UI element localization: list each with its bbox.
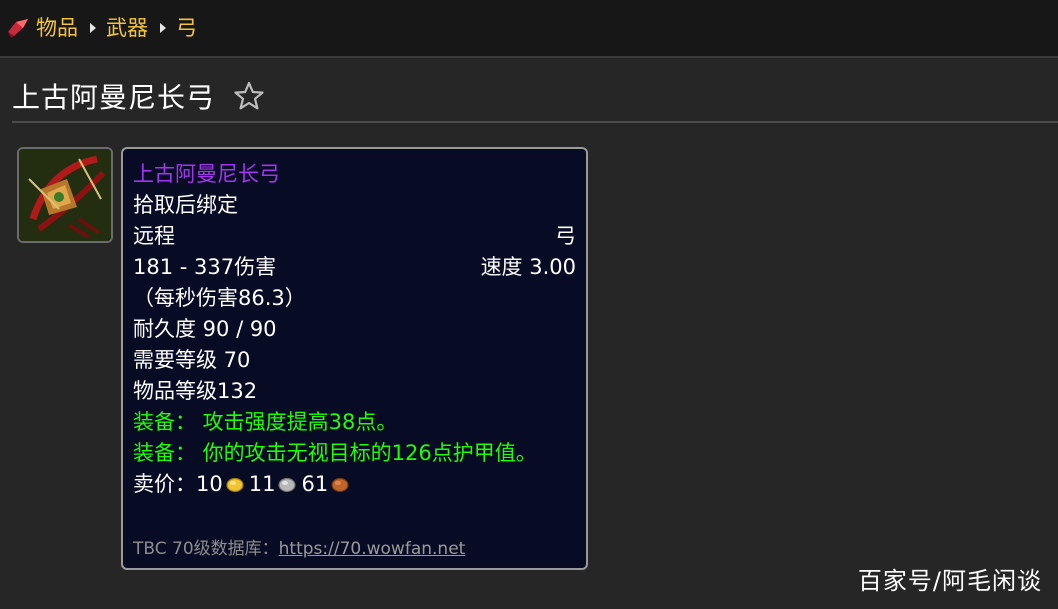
item-type: 弓	[555, 224, 576, 248]
page-title: 上古阿曼尼长弓	[12, 81, 216, 114]
silver-coin-icon	[278, 477, 297, 493]
bow-artwork-icon	[19, 149, 111, 241]
sell-copper-value: 61	[301, 472, 329, 496]
bow-item-icon[interactable]	[17, 147, 113, 243]
item-speed: 速度 3.00	[480, 255, 576, 279]
item-required-level: 需要等级 70	[133, 348, 251, 372]
footer-label: TBC 70级数据库：	[133, 539, 279, 559]
slot-row: 远程 弓	[133, 221, 576, 252]
sell-silver-value: 11	[248, 472, 276, 496]
breadcrumb-item-bow[interactable]: 弓	[176, 0, 197, 57]
sell-label: 卖价：	[133, 472, 196, 496]
breadcrumb-chevron-icon	[160, 23, 166, 33]
sell-price: 卖价：10 11 61	[133, 469, 576, 500]
wowfan-logo-icon[interactable]	[6, 16, 30, 40]
item-binding: 拾取后绑定	[133, 193, 238, 217]
copper-coin-icon	[331, 477, 349, 493]
breadcrumb-item-weapons[interactable]: 武器	[106, 0, 148, 57]
title-divider	[12, 121, 1058, 123]
star-outline-icon[interactable]	[233, 80, 265, 112]
sell-gold-value: 10	[196, 472, 223, 496]
item-durability: 耐久度 90 / 90	[133, 317, 277, 341]
tooltip-footer: TBC 70级数据库：https://70.wowfan.net	[133, 534, 465, 559]
item-slot: 远程	[133, 224, 175, 248]
equip-effect-2: 装备： 你的攻击无视目标的126点护甲值。	[133, 441, 537, 465]
gold-coin-icon	[226, 477, 244, 493]
breadcrumb-bar: 物品 武器 弓	[0, 0, 1058, 58]
breadcrumb-item-items[interactable]: 物品	[36, 0, 78, 57]
breadcrumb-chevron-icon	[90, 23, 96, 33]
watermark-text: 百家号/阿毛闲谈	[857, 567, 1042, 595]
item-damage: 181 - 337伤害	[133, 255, 277, 279]
equip-effect-1: 装备： 攻击强度提高38点。	[133, 410, 398, 434]
database-link[interactable]: https://70.wowfan.net	[279, 539, 466, 559]
item-dps: （每秒伤害86.3）	[133, 286, 306, 310]
item-tooltip: 上古阿曼尼长弓 拾取后绑定 远程 弓 181 - 337伤害 速度 3.00 （…	[121, 147, 588, 570]
item-name: 上古阿曼尼长弓	[133, 162, 280, 186]
item-level: 物品等级132	[133, 379, 258, 403]
title-row: 上古阿曼尼长弓	[12, 72, 265, 120]
damage-row: 181 - 337伤害 速度 3.00	[133, 252, 576, 283]
